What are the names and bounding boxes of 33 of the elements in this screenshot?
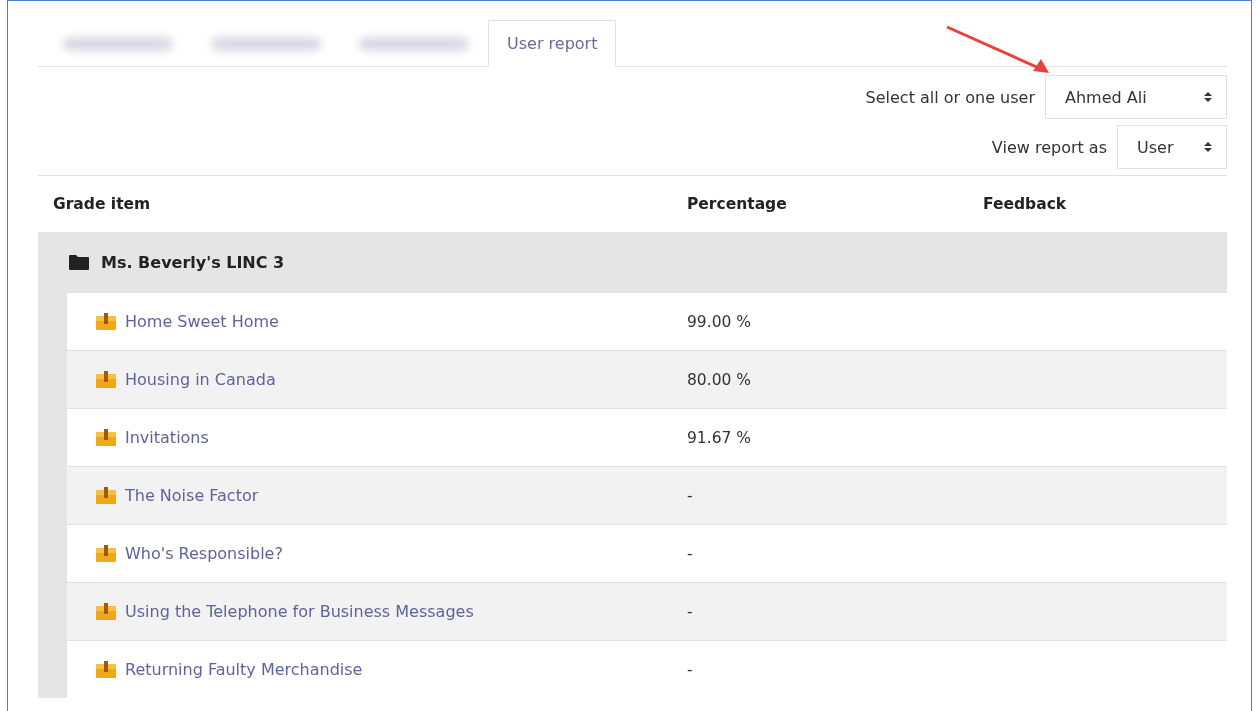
folder-icon: [69, 255, 89, 270]
percentage-cell-text: 99.00 %: [687, 312, 753, 331]
column-header: Feedback: [983, 195, 1067, 213]
grade-item-link[interactable]: Using the Telephone for Business Messages: [125, 602, 474, 621]
dropdown[interactable]: Ahmed Ali: [1045, 75, 1227, 119]
percentage-cell-text: -: [687, 602, 694, 621]
column-header: Percentage: [687, 195, 788, 213]
assignment-icon: [96, 545, 116, 562]
percentage-cell-text: -: [687, 486, 694, 505]
percentage-cell-text: 80.00 %: [687, 370, 753, 389]
percentage-cell-text: -: [687, 544, 694, 563]
dropdown[interactable]: User: [1117, 125, 1227, 169]
column-header: Grade item: [52, 195, 152, 213]
grade-item-link[interactable]: Invitations: [125, 428, 209, 447]
grade-item-link[interactable]: Housing in Canada: [125, 370, 276, 389]
assignment-icon: [96, 603, 116, 620]
report-tab[interactable]: User report: [488, 20, 617, 67]
assignment-icon: [96, 371, 116, 388]
grade-item-link[interactable]: Home Sweet Home: [125, 312, 279, 331]
percentage-cell-text: 91.67 %: [687, 428, 753, 447]
assignment-icon: [96, 313, 116, 330]
sort-caret-icon: [1204, 141, 1212, 153]
grade-item-link[interactable]: Returning Faulty Merchandise: [125, 660, 363, 679]
select-label: View report as: [991, 137, 1107, 157]
percentage-cell-text: -: [687, 660, 694, 679]
category-name: Ms. Beverly's LINC 3: [101, 253, 285, 272]
sort-caret-icon: [1204, 91, 1212, 103]
grade-item-link[interactable]: Who's Responsible?: [125, 544, 283, 563]
assignment-icon: [96, 487, 116, 504]
select-label: Select all or one user: [865, 87, 1035, 107]
assignment-icon: [96, 661, 116, 678]
grade-item-link[interactable]: The Noise Factor: [125, 486, 259, 505]
assignment-icon: [96, 429, 116, 446]
